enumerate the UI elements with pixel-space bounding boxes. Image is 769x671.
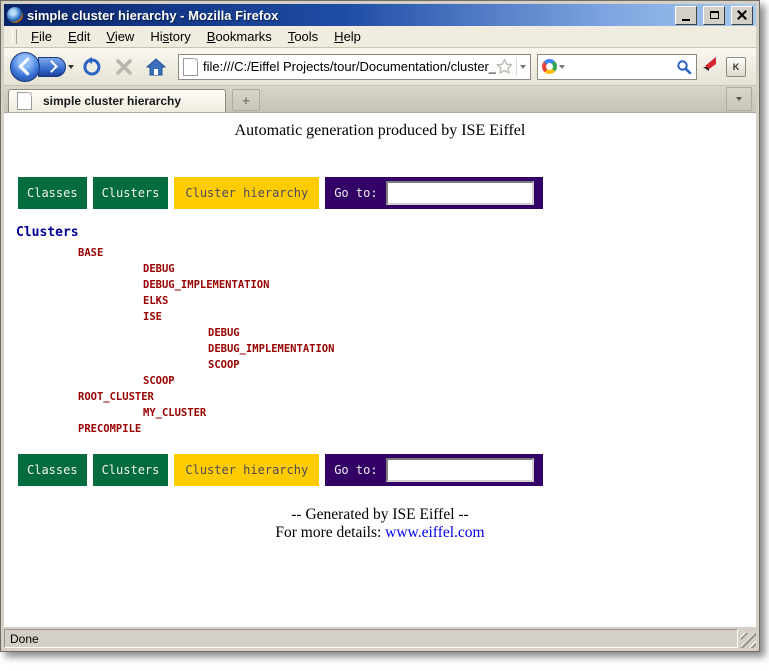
menu-bar: FileEditViewHistoryBookmarksToolsHelp: [4, 26, 756, 48]
address-bar[interactable]: file:///C:/Eiffel Projects/tour/Document…: [178, 54, 531, 80]
goto-box: Go to:: [325, 454, 542, 486]
search-input[interactable]: [569, 58, 674, 76]
firefox-window: simple cluster hierarchy - Mozilla Firef…: [0, 0, 760, 652]
tree-item-base[interactable]: BASE: [16, 245, 716, 261]
navigation-toolbar: file:///C:/Eiffel Projects/tour/Document…: [4, 48, 756, 86]
clusters-button[interactable]: Clusters: [93, 454, 169, 486]
reload-button[interactable]: [79, 54, 105, 80]
cluster-tree: BASEDEBUGDEBUG_IMPLEMENTATIONELKSISEDEBU…: [16, 245, 716, 437]
menu-item-history[interactable]: History: [142, 27, 198, 46]
classes-button[interactable]: Classes: [18, 454, 87, 486]
tree-item-debug_implementation[interactable]: DEBUG_IMPLEMENTATION: [16, 277, 716, 293]
chevron-down-icon: [736, 97, 742, 101]
close-icon: [737, 10, 747, 20]
clusters-button[interactable]: Clusters: [93, 177, 169, 209]
clusters-section-title: Clusters: [16, 225, 79, 240]
reload-icon: [82, 57, 102, 77]
tree-item-root_cluster[interactable]: ROOT_CLUSTER: [16, 389, 716, 405]
google-engine-icon[interactable]: [542, 59, 557, 74]
tab-page-icon: [17, 92, 32, 110]
virtual-keyboard-button[interactable]: K: [726, 57, 746, 77]
back-arrow-icon: [18, 57, 36, 75]
status-bar: Done: [4, 627, 756, 648]
minimize-button[interactable]: [675, 6, 697, 25]
history-dropdown-caret[interactable]: [68, 65, 74, 69]
page-header-text: Automatic generation produced by ISE Eif…: [4, 122, 756, 140]
tree-item-scoop[interactable]: SCOOP: [16, 373, 716, 389]
search-bar: [537, 54, 697, 80]
tree-item-debug_implementation[interactable]: DEBUG_IMPLEMENTATION: [16, 341, 716, 357]
home-button[interactable]: [143, 54, 169, 80]
goto-input[interactable]: [386, 458, 534, 482]
goto-input[interactable]: [386, 181, 534, 205]
eiffel-link[interactable]: www.eiffel.com: [385, 524, 484, 541]
close-button[interactable]: [731, 6, 753, 25]
tab-list-dropdown-button[interactable]: [726, 87, 752, 111]
kaspersky-icon: [701, 56, 718, 73]
menu-item-bookmarks[interactable]: Bookmarks: [199, 27, 280, 46]
menu-item-tools[interactable]: Tools: [280, 27, 326, 46]
firefox-icon: [7, 7, 23, 23]
status-text: Done: [4, 629, 738, 648]
tree-item-debug[interactable]: DEBUG: [16, 325, 716, 341]
page-footer: -- Generated by ISE Eiffel -- For more d…: [4, 506, 756, 542]
back-forward-group: [10, 51, 76, 83]
goto-box: Go to:: [325, 177, 542, 209]
resize-grip[interactable]: [741, 633, 756, 648]
maximize-button[interactable]: [703, 6, 725, 25]
goto-label: Go to:: [334, 186, 377, 200]
tree-item-scoop[interactable]: SCOOP: [16, 357, 716, 373]
generated-by-text: -- Generated by ISE Eiffel --: [4, 506, 756, 524]
new-tab-button[interactable]: +: [232, 89, 260, 111]
stop-icon: [115, 58, 133, 76]
forward-button[interactable]: [38, 57, 66, 77]
search-engine-dropdown-caret[interactable]: [559, 65, 565, 69]
more-details-line: For more details: www.eiffel.com: [4, 524, 756, 542]
tab-bar: simple cluster hierarchy +: [4, 86, 756, 113]
address-separator: [516, 58, 517, 76]
bookmark-star-icon[interactable]: [496, 58, 513, 75]
home-icon: [146, 58, 166, 76]
tree-item-elks[interactable]: ELKS: [16, 293, 716, 309]
menu-item-help[interactable]: Help: [326, 27, 369, 46]
classes-button[interactable]: Classes: [18, 177, 87, 209]
cluster-hierarchy-button[interactable]: Cluster hierarchy: [174, 454, 319, 486]
cluster-hierarchy-button[interactable]: Cluster hierarchy: [174, 177, 319, 209]
menu-bar-items: FileEditViewHistoryBookmarksToolsHelp: [23, 27, 369, 46]
window-title: simple cluster hierarchy - Mozilla Firef…: [27, 8, 669, 23]
tree-item-debug[interactable]: DEBUG: [16, 261, 716, 277]
nav-button-row-bottom: Classes Clusters Cluster hierarchy Go to…: [18, 454, 543, 486]
menu-item-file[interactable]: File: [23, 27, 60, 46]
nav-button-row-top: Classes Clusters Cluster hierarchy Go to…: [18, 177, 543, 209]
page-icon: [183, 58, 198, 76]
back-button[interactable]: [10, 52, 40, 82]
toolbar-grip: [12, 29, 17, 44]
menu-item-edit[interactable]: Edit: [60, 27, 98, 46]
address-dropdown-caret[interactable]: [520, 65, 526, 69]
page-content: Automatic generation produced by ISE Eif…: [4, 113, 756, 627]
tree-item-precompile[interactable]: PRECOMPILE: [16, 421, 716, 437]
tree-item-my_cluster[interactable]: MY_CLUSTER: [16, 405, 716, 421]
goto-label: Go to:: [334, 463, 377, 477]
title-bar: simple cluster hierarchy - Mozilla Firef…: [4, 4, 756, 26]
tab-label: simple cluster hierarchy: [43, 94, 181, 108]
search-magnifier-icon[interactable]: [676, 59, 692, 75]
url-input[interactable]: file:///C:/Eiffel Projects/tour/Document…: [203, 59, 496, 74]
maximize-icon: [710, 11, 719, 19]
tree-item-ise[interactable]: ISE: [16, 309, 716, 325]
kaspersky-button[interactable]: [701, 56, 718, 78]
minimize-icon: [682, 19, 690, 21]
menu-item-view[interactable]: View: [98, 27, 142, 46]
forward-arrow-icon: [45, 60, 58, 73]
stop-button[interactable]: [111, 54, 137, 80]
tab-simple-cluster-hierarchy[interactable]: simple cluster hierarchy: [8, 89, 226, 112]
